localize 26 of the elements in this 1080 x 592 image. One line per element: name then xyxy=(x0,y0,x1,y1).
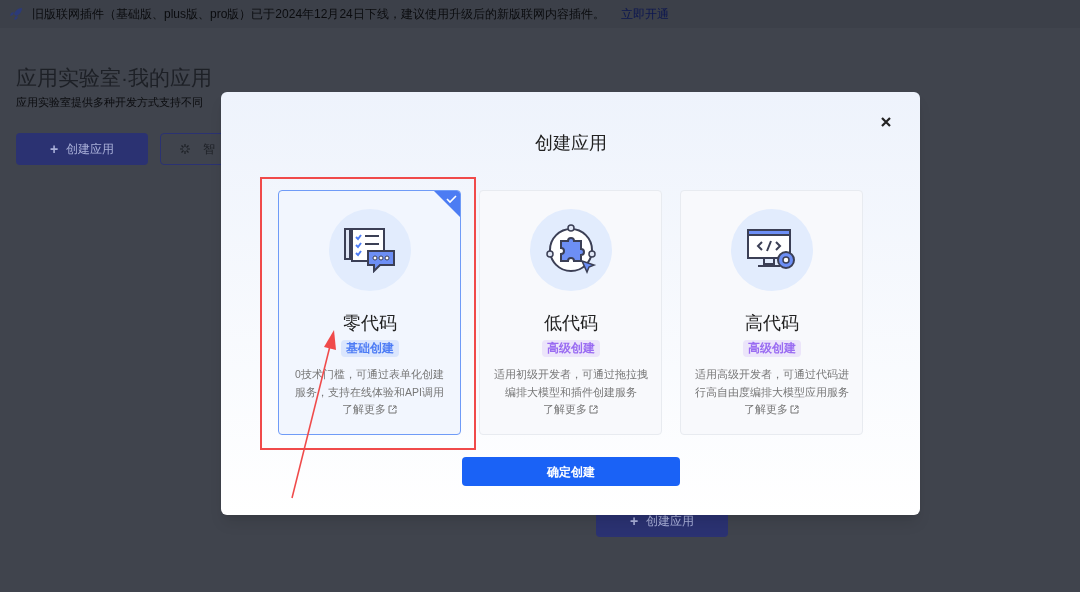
create-app-button[interactable]: + 创建应用 xyxy=(16,132,148,165)
learn-more-link[interactable]: 了解更多 xyxy=(744,401,799,418)
check-corner-icon xyxy=(434,191,460,217)
level-tag: 基础创建 xyxy=(340,340,399,357)
option-card[interactable]: 低代码 高级创建 适用初级开发者，可通过拖拉拽编排大模型和插件创建服务 了解更多 xyxy=(479,190,662,435)
option-card[interactable]: 高代码 高级创建 适用高级开发者，可通过代码进行高自由度编排大模型应用服务 了解更多 xyxy=(680,190,863,435)
checklist-chat-icon xyxy=(343,227,396,273)
plus-icon: + xyxy=(629,514,639,528)
option-description: 适用高级开发者，可通过代码进行高自由度编排大模型应用服务 xyxy=(693,367,850,400)
learn-more-link[interactable]: 了解更多 xyxy=(543,401,598,418)
code-monitor-icon xyxy=(745,228,798,272)
external-link-icon xyxy=(589,405,598,414)
option-title: 低代码 xyxy=(543,312,598,335)
level-tag: 高级创建 xyxy=(541,340,600,357)
external-link-icon xyxy=(388,405,397,414)
learn-more-link[interactable]: 了解更多 xyxy=(342,401,397,418)
confirm-create-button[interactable]: 确定创建 xyxy=(461,457,680,486)
option-title: 零代码 xyxy=(342,312,397,335)
level-tag: 高级创建 xyxy=(742,340,801,357)
sparkle-icon xyxy=(179,142,191,155)
option-title: 高代码 xyxy=(744,312,799,335)
rocket-icon xyxy=(8,6,24,22)
dialog-title: 创建应用 xyxy=(534,132,607,155)
option-description: 适用初级开发者，可通过拖拉拽编排大模型和插件创建服务 xyxy=(492,367,649,400)
external-link-icon xyxy=(790,405,799,414)
plus-icon: + xyxy=(49,141,59,156)
